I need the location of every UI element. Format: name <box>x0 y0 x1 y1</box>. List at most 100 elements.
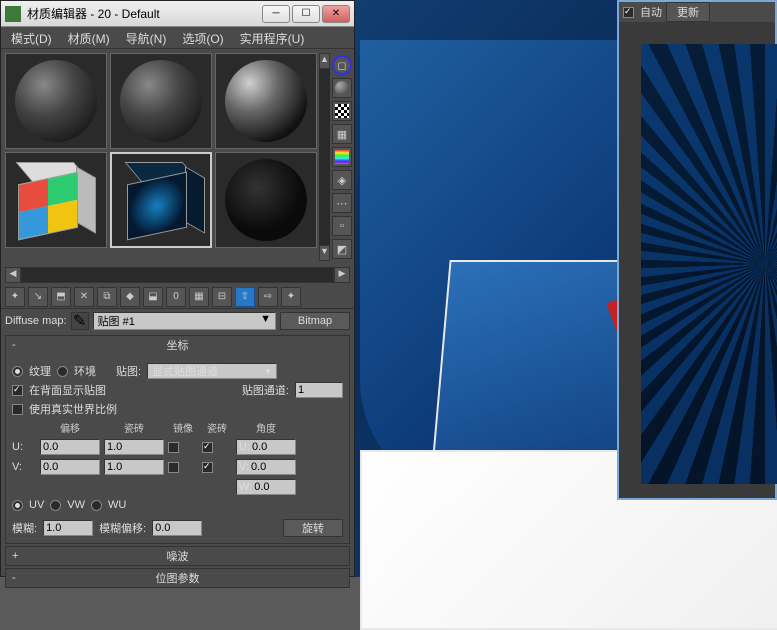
v-tile-check[interactable] <box>202 462 213 473</box>
u-offset-spinner[interactable] <box>40 439 100 455</box>
background-button[interactable] <box>332 101 352 121</box>
menu-navigate[interactable]: 导航(N) <box>118 27 175 48</box>
map-channel-spinner[interactable] <box>295 382 343 398</box>
sample-uv-button[interactable]: ▦ <box>332 124 352 144</box>
v-angle-spinner[interactable]: V: <box>236 459 296 475</box>
blur-offset-spinner[interactable] <box>152 520 202 536</box>
slot-vscrollbar[interactable]: ▲ ▼ <box>319 53 330 261</box>
menu-mode[interactable]: 模式(D) <box>3 27 60 48</box>
options-button[interactable]: ⋯ <box>332 193 352 213</box>
u-angle-spinner[interactable]: U: <box>236 439 296 455</box>
mapping-label: 贴图: <box>116 363 141 379</box>
material-id-button[interactable]: 0 <box>166 287 186 307</box>
real-world-label: 使用真实世界比例 <box>29 401 117 417</box>
noise-rollout-header[interactable]: + 噪波 <box>6 547 349 565</box>
scroll-right-button[interactable]: ▶ <box>334 267 350 283</box>
u-tile-check[interactable] <box>202 442 213 453</box>
sphere-preview <box>15 60 97 142</box>
collapse-icon: - <box>12 339 16 351</box>
expand-icon: + <box>12 550 18 562</box>
maximize-button[interactable]: ☐ <box>292 5 320 23</box>
scroll-left-button[interactable]: ◀ <box>5 267 21 283</box>
make-copy-button[interactable]: ⧉ <box>97 287 117 307</box>
scroll-track[interactable] <box>319 69 330 245</box>
scroll-down-button[interactable]: ▼ <box>319 245 330 261</box>
show-map-button[interactable]: ▦ <box>189 287 209 307</box>
coordinates-rollout-header[interactable]: - 坐标 <box>6 336 349 354</box>
close-button[interactable]: ✕ <box>322 5 350 23</box>
select-by-material-button[interactable]: ▫ <box>332 216 352 236</box>
bitmap-params-rollout-header[interactable]: - 位图参数 <box>6 569 349 587</box>
window-title: 材质编辑器 - 20 - Default <box>27 5 262 22</box>
blur-offset-label: 模糊偏移: <box>99 520 146 536</box>
menu-utilities[interactable]: 实用程序(U) <box>232 27 313 48</box>
rollout-title: 噪波 <box>167 548 189 564</box>
v-offset-spinner[interactable] <box>40 459 100 475</box>
show-back-label: 在背面显示贴图 <box>29 382 106 398</box>
make-unique-button[interactable]: ◆ <box>120 287 140 307</box>
assign-to-selection-button[interactable]: ⬒ <box>51 287 71 307</box>
mapping-select[interactable]: 显式贴图通道 <box>147 363 277 379</box>
material-name-row: Diffuse map: ✎ 贴图 #1 ▼ Bitmap <box>1 309 354 333</box>
rotate-button[interactable]: 旋转 <box>283 519 343 537</box>
environ-radio[interactable] <box>57 366 68 377</box>
v-label: V: <box>12 461 36 473</box>
texture-label: 纹理 <box>29 363 51 379</box>
update-button[interactable]: 更新 <box>666 2 710 22</box>
show-end-result-button[interactable]: ⊟ <box>212 287 232 307</box>
auto-checkbox[interactable] <box>623 7 634 18</box>
put-to-library-button[interactable]: ⬓ <box>143 287 163 307</box>
scroll-up-button[interactable]: ▲ <box>319 53 330 69</box>
vw-radio[interactable] <box>50 500 61 511</box>
menu-material[interactable]: 材质(M) <box>60 27 118 48</box>
uv-radio[interactable] <box>12 500 23 511</box>
diffuse-map-label: Diffuse map: <box>5 315 67 327</box>
material-map-nav-button[interactable]: ◩ <box>332 239 352 259</box>
material-slot-4[interactable] <box>5 152 107 248</box>
material-slot-5-selected[interactable] <box>110 152 212 248</box>
slot-hscrollbar[interactable]: ◀ ▶ <box>5 267 350 283</box>
v-mirror-check[interactable] <box>168 462 179 473</box>
pick-material-button[interactable]: ✦ <box>281 287 301 307</box>
menu-options[interactable]: 选项(O) <box>174 27 231 48</box>
material-slot-6[interactable] <box>215 152 317 248</box>
w-angle-spinner[interactable]: W: <box>236 479 296 495</box>
vw-label: VW <box>67 499 85 511</box>
material-slot-2[interactable] <box>110 53 212 149</box>
tile-header: 瓷砖 <box>202 420 232 435</box>
wu-radio[interactable] <box>91 500 102 511</box>
backlight-button[interactable] <box>332 78 352 98</box>
map-name-input[interactable]: 贴图 #1 ▼ <box>93 312 276 330</box>
texture-radio[interactable] <box>12 366 23 377</box>
material-slot-1[interactable] <box>5 53 107 149</box>
app-icon <box>5 6 21 22</box>
go-forward-button[interactable]: ⇨ <box>258 287 278 307</box>
auto-label: 自动 <box>640 4 662 20</box>
put-to-scene-button[interactable]: ↘ <box>28 287 48 307</box>
noise-rollout: + 噪波 <box>5 546 350 566</box>
angle-header: 角度 <box>236 420 296 435</box>
map-type-button[interactable]: Bitmap <box>280 312 350 330</box>
reset-button[interactable]: ✕ <box>74 287 94 307</box>
scroll-track[interactable] <box>21 267 334 283</box>
u-tiling-spinner[interactable] <box>104 439 164 455</box>
eyedropper-button[interactable]: ✎ <box>71 312 89 330</box>
map-channel-label: 贴图通道: <box>242 382 289 398</box>
sample-type-button[interactable]: ◻ <box>332 55 352 75</box>
u-mirror-check[interactable] <box>168 442 179 453</box>
go-to-parent-button[interactable]: ⇧ <box>235 287 255 307</box>
preview-rays <box>641 44 777 484</box>
v-tiling-spinner[interactable] <box>104 459 164 475</box>
titlebar[interactable]: 材质编辑器 - 20 - Default ─ ☐ ✕ <box>1 1 354 27</box>
cube-preview <box>119 160 203 240</box>
video-color-button[interactable] <box>332 147 352 167</box>
u-label: U: <box>12 441 36 453</box>
blur-spinner[interactable] <box>43 520 93 536</box>
show-back-checkbox[interactable] <box>12 385 23 396</box>
make-preview-button[interactable]: ◈ <box>332 170 352 190</box>
get-material-button[interactable]: ✦ <box>5 287 25 307</box>
minimize-button[interactable]: ─ <box>262 5 290 23</box>
real-world-checkbox[interactable] <box>12 404 23 415</box>
menubar: 模式(D) 材质(M) 导航(N) 选项(O) 实用程序(U) <box>1 27 354 49</box>
material-slot-3[interactable] <box>215 53 317 149</box>
